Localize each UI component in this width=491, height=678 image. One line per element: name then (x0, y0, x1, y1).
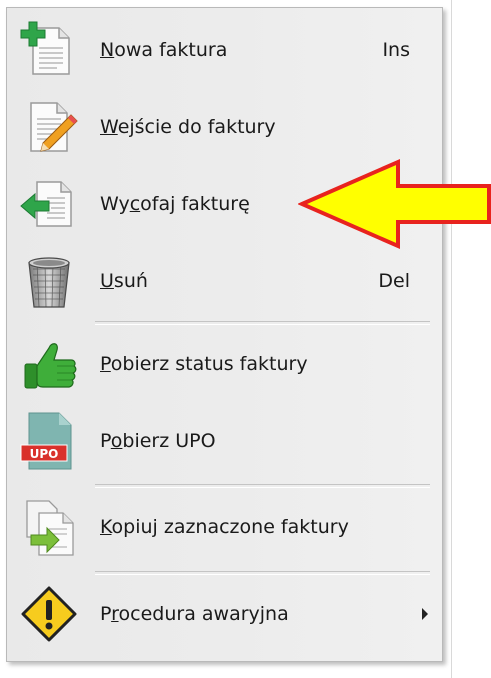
menu-item-label: Wycofaj fakturę (100, 193, 250, 215)
highlight-arrow-icon (298, 158, 491, 250)
menu-item-label: Usuń (100, 270, 148, 292)
upo-document-icon: UPO (19, 411, 79, 471)
submenu-arrow-icon (422, 608, 428, 620)
menu-item-copy-selected[interactable]: Kopiuj zaznaczone faktury (7, 492, 442, 562)
menu-item-label: Pobierz UPO (100, 430, 216, 452)
shortcut-label: Ins (382, 39, 410, 61)
trash-bin-icon (19, 251, 79, 311)
menu-item-get-upo[interactable]: UPO Pobierz UPO (7, 406, 442, 476)
withdraw-document-arrow-icon (19, 174, 79, 234)
menu-separator (95, 571, 430, 575)
thumbs-up-icon (19, 334, 79, 394)
context-menu: Nowa faktura Ins Wejście do faktury Wyco… (6, 7, 443, 662)
menu-item-get-invoice-status[interactable]: Pobierz status faktury (7, 329, 442, 399)
copy-documents-arrow-icon (19, 497, 79, 557)
upo-badge-text: UPO (30, 447, 59, 461)
warning-diamond-icon (19, 584, 79, 644)
menu-item-label: Procedura awaryjna (100, 603, 289, 625)
menu-item-new-invoice[interactable]: Nowa faktura Ins (7, 15, 442, 85)
menu-item-label: Nowa faktura (100, 39, 228, 61)
background-strip (451, 0, 491, 678)
edit-document-pencil-icon (19, 97, 79, 157)
menu-item-emergency-procedure[interactable]: Procedura awaryjna (7, 579, 442, 649)
background-divider (451, 0, 452, 678)
menu-item-open-invoice[interactable]: Wejście do faktury (7, 92, 442, 162)
menu-separator (95, 484, 430, 488)
new-document-plus-icon (19, 20, 79, 80)
screenshot-root: Nowa faktura Ins Wejście do faktury Wyco… (0, 0, 491, 678)
menu-separator (95, 321, 430, 325)
menu-item-delete[interactable]: Usuń Del (7, 246, 442, 316)
menu-item-label: Pobierz status faktury (100, 353, 308, 375)
menu-item-label: Wejście do faktury (100, 116, 276, 138)
shortcut-label: Del (378, 270, 410, 292)
menu-item-label: Kopiuj zaznaczone faktury (100, 516, 349, 538)
